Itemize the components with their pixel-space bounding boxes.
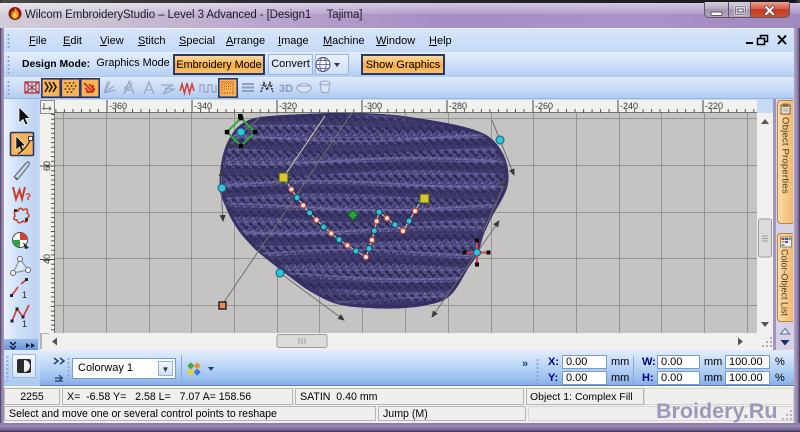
svg-text:3D: 3D — [279, 83, 293, 95]
svg-text:1: 1 — [22, 319, 27, 329]
svg-text:1: 1 — [22, 290, 27, 300]
